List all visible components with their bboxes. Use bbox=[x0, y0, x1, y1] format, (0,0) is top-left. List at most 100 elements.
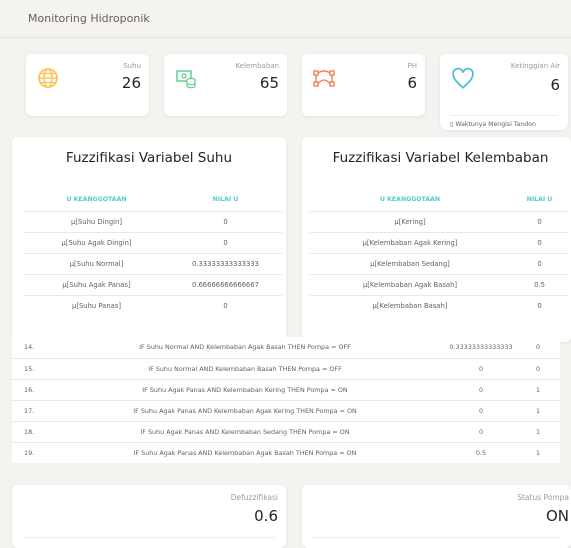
rule-text: IF Suhu Normal AND Kelembaban Agak Basah… bbox=[139, 343, 351, 352]
table-row: μ[Kelembaban Agak Basah] 0.5 bbox=[310, 273, 569, 295]
table-row: 17. IF Suhu Agak Panas AND Kelembaban Aga… bbox=[12, 399, 560, 421]
rule-alpha: 0 bbox=[446, 378, 516, 400]
divider bbox=[312, 537, 561, 538]
rule-number: 15. bbox=[12, 357, 44, 379]
rule-number: 18. bbox=[12, 420, 44, 442]
output-value: 0.6 bbox=[254, 507, 278, 525]
rule-text: IF Suhu Agak Panas AND Kelembaban Agak B… bbox=[44, 441, 446, 463]
rule-number: 14. bbox=[24, 343, 35, 352]
table-cell: 0 bbox=[510, 231, 569, 253]
card-defuzzifikasi: Defuzzifikasi 0.6 bbox=[12, 485, 286, 548]
divider bbox=[450, 115, 558, 116]
panel-title: Fuzzifikasi Variabel Suhu bbox=[65, 150, 233, 166]
table-cell: 0 bbox=[510, 294, 569, 316]
table-row: μ[Suhu Normal] 0.33333333333333 bbox=[24, 252, 282, 274]
stat-note-text: Waktunya Mengisi Tandon bbox=[455, 121, 536, 128]
stat-label: Ketinggian Air bbox=[510, 62, 560, 70]
navbar: Monitoring Hidroponik bbox=[0, 0, 571, 38]
stat-value: 6 bbox=[407, 74, 417, 92]
panel-fuzzifikasi-kelembaban: Fuzzifikasi Variabel Kelembaban U KEANGG… bbox=[302, 137, 571, 342]
table-cell: μ[Suhu Agak Dingin] bbox=[24, 231, 169, 253]
table-cell: 0 bbox=[169, 294, 282, 316]
heart-icon bbox=[452, 67, 474, 89]
rule-number: 16. bbox=[12, 378, 44, 400]
output-value: ON bbox=[545, 507, 569, 525]
table-row: μ[Suhu Agak Panas] 0.66666666666667 bbox=[24, 273, 282, 295]
table-cell: 0.5 bbox=[510, 273, 569, 295]
stat-footer: ▯ Waktunya Mengisi Tandon bbox=[450, 121, 536, 128]
table-cell: μ[Suhu Dingin] bbox=[24, 210, 169, 232]
panel-title: Fuzzifikasi Variabel Kelembaban bbox=[332, 150, 549, 166]
table-cell: μ[Kelembaban Agak Kering] bbox=[310, 231, 510, 253]
table-cell: μ[Suhu Agak Panas] bbox=[24, 273, 169, 295]
rule-z: 1 bbox=[516, 378, 560, 400]
rule-alpha: 0 bbox=[446, 399, 516, 421]
stat-card-kelembaban: Kelembaban 65 bbox=[164, 54, 287, 116]
table-row: 14. IF Suhu Normal AND Kelembaban Agak Ba… bbox=[12, 337, 560, 358]
table-cell: 0.66666666666667 bbox=[169, 273, 282, 295]
divider bbox=[22, 537, 276, 538]
rule-z: 1 bbox=[516, 399, 560, 421]
table-row: μ[Suhu Panas] 0 bbox=[24, 294, 282, 316]
table-cell: 0.33333333333333 bbox=[169, 252, 282, 274]
stat-label: Suhu bbox=[123, 62, 141, 70]
stat-card-suhu: Suhu 26 bbox=[26, 54, 149, 116]
table-row: μ[Kelembaban Agak Kering] 0 bbox=[310, 231, 569, 253]
table-cell: μ[Kelembaban Sedang] bbox=[310, 252, 510, 274]
rule-number: 17. bbox=[12, 399, 44, 421]
table-cell: 0 bbox=[510, 252, 569, 274]
stat-card-ketinggian-air: Ketinggian Air 6 ▯ Waktunya Mengisi Tand… bbox=[440, 54, 568, 130]
money-icon bbox=[176, 70, 196, 89]
table-cell: μ[Kelembaban Agak Basah] bbox=[310, 273, 510, 295]
column-header: U KEANGGOTAAN bbox=[379, 196, 441, 204]
page-title: Monitoring Hidroponik bbox=[28, 12, 150, 25]
table-cell: μ[Suhu Panas] bbox=[24, 294, 169, 316]
table-cell: μ[Kelembaban Basah] bbox=[310, 294, 510, 316]
table-row: 18. IF Suhu Agak Panas AND Kelembaban Sed… bbox=[12, 420, 560, 442]
rule-z: 1 bbox=[516, 441, 560, 463]
bell-icon: ▯ bbox=[450, 121, 454, 128]
panel-fuzzifikasi-suhu: Fuzzifikasi Variabel Suhu U KEANGGOTAAN … bbox=[12, 137, 286, 342]
rule-number: 19. bbox=[12, 441, 44, 463]
output-label: Status Pompa bbox=[517, 493, 569, 502]
rules-table: 14. IF Suhu Normal AND Kelembaban Agak Ba… bbox=[12, 337, 560, 463]
table-row: 19. IF Suhu Agak Panas AND Kelembaban Aga… bbox=[12, 441, 560, 463]
rule-alpha: 0.5 bbox=[446, 441, 516, 463]
stat-label: PH bbox=[407, 62, 418, 70]
rule-text: IF Suhu Agak Panas AND Kelembaban Kering… bbox=[44, 378, 446, 400]
rule-z: 1 bbox=[516, 420, 560, 442]
rule-z: 0 bbox=[535, 343, 541, 352]
table-cell: μ[Kering] bbox=[310, 210, 510, 232]
table-cell: μ[Suhu Normal] bbox=[24, 252, 169, 274]
rule-alpha: 0 bbox=[446, 357, 516, 379]
card-status-pompa: Status Pompa ON bbox=[302, 485, 571, 548]
stat-card-ph: PH 6 bbox=[302, 54, 425, 116]
column-header: NILAI U bbox=[212, 196, 239, 204]
table-row: μ[Kelembaban Basah] 0 bbox=[310, 294, 569, 316]
table-cell: 0 bbox=[169, 231, 282, 253]
table-row: μ[Suhu Agak Dingin] 0 bbox=[24, 231, 282, 253]
column-header: NILAI U bbox=[526, 196, 553, 204]
membership-table: U KEANGGOTAAN NILAI U μ[Suhu Dingin] 0 μ[… bbox=[24, 189, 282, 316]
table-cell: 0 bbox=[510, 210, 569, 232]
column-header: U KEANGGOTAAN bbox=[66, 196, 127, 204]
table-row: μ[Kering] 0 bbox=[310, 210, 569, 232]
table-row: 16. IF Suhu Agak Panas AND Kelembaban Ker… bbox=[12, 378, 560, 400]
table-cell: 0 bbox=[169, 210, 282, 232]
stat-label: Kelembaban bbox=[235, 62, 279, 70]
table-row: 15. IF Suhu Normal AND Kelembaban Basah T… bbox=[12, 357, 560, 379]
globe-icon bbox=[38, 68, 58, 88]
rule-text: IF Suhu Agak Panas AND Kelembaban Sedang… bbox=[44, 420, 446, 442]
rule-alpha: 0.33333333333333 bbox=[449, 343, 513, 352]
stat-value: 65 bbox=[259, 74, 279, 92]
stat-value: 26 bbox=[121, 74, 141, 92]
output-label: Defuzzifikasi bbox=[230, 493, 278, 502]
rule-text: IF Suhu Agak Panas AND Kelembaban Agak K… bbox=[44, 399, 446, 421]
table-row: μ[Kelembaban Sedang] 0 bbox=[310, 252, 569, 274]
stat-value: 6 bbox=[550, 76, 560, 94]
rule-text: IF Suhu Normal AND Kelembaban Basah THEN… bbox=[44, 357, 446, 379]
rule-alpha: 0 bbox=[446, 420, 516, 442]
table-row: μ[Suhu Dingin] 0 bbox=[24, 210, 282, 232]
membership-table: U KEANGGOTAAN NILAI U μ[Kering] 0 μ[Kelem… bbox=[310, 189, 569, 316]
rule-z: 0 bbox=[516, 357, 560, 379]
